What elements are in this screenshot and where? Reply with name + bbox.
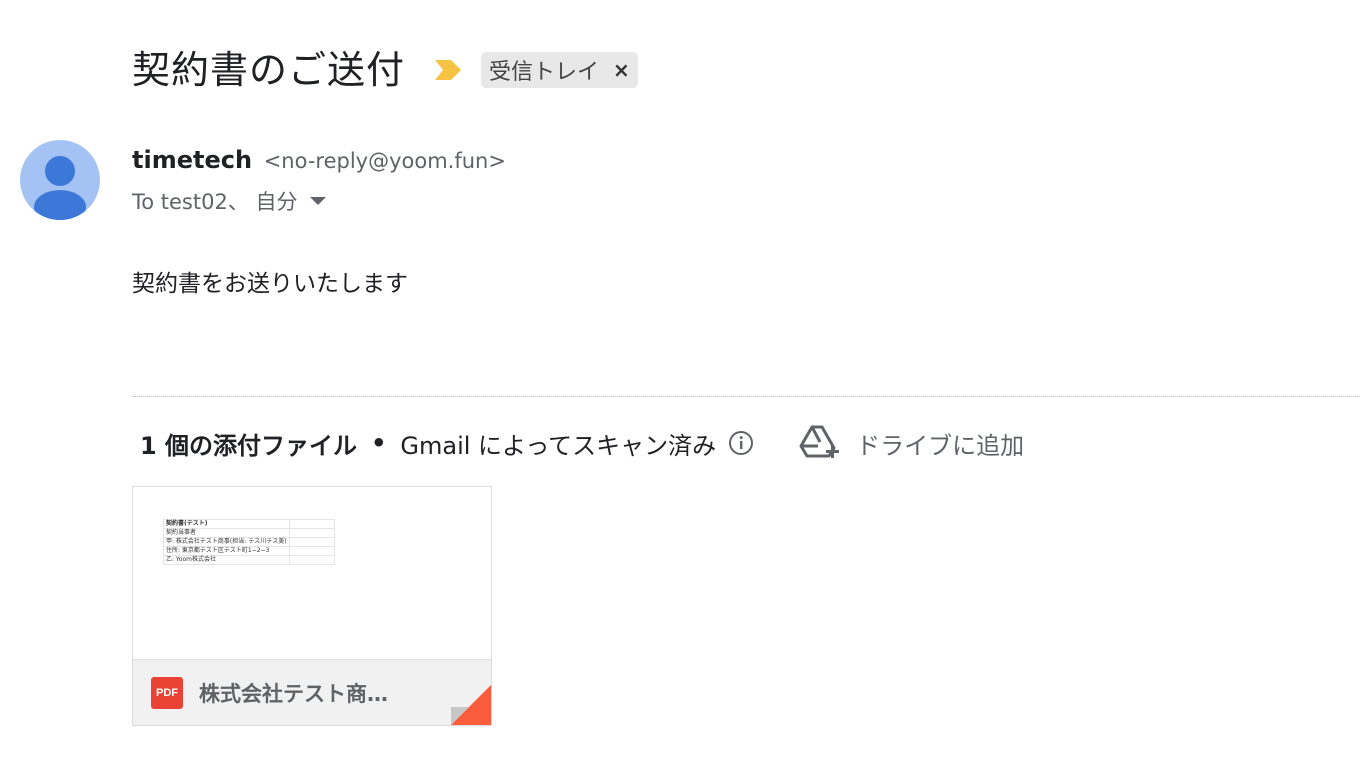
avatar-person-icon	[34, 156, 86, 220]
preview-cell	[288, 519, 335, 529]
preview-cell	[288, 555, 335, 565]
add-to-drive-button[interactable]: ドライブに追加	[798, 424, 1024, 462]
table-row: 乙: Yoom株式会社	[163, 555, 335, 565]
preview-cell	[288, 546, 335, 556]
preview-cell: 甲: 株式会社テスト商事(担当: テス川テス美)	[163, 537, 290, 547]
table-row: 住所: 東京都テスト区テスト町1−2−3	[163, 546, 335, 556]
attachments-header: 1 個の添付ファイル • Gmail によってスキャン済み ドライブに追加	[140, 424, 1024, 462]
drive-add-icon	[799, 425, 840, 458]
add-to-drive-label: ドライブに追加	[856, 431, 1025, 460]
table-row: 契約書(テスト)	[163, 519, 335, 529]
sender-email: <no-reply@yoom.fun>	[263, 149, 506, 173]
preview-cell: 契約当事者	[163, 528, 290, 538]
subject-row: 契約書のご送付 受信トレイ ×	[132, 42, 638, 98]
show-details-dropdown-caret-icon[interactable]	[309, 197, 326, 205]
table-row: 契約当事者	[163, 528, 335, 538]
table-row: 甲: 株式会社テスト商事(担当: テス川テス美)	[163, 537, 335, 547]
page-fold-corner-icon	[451, 685, 491, 725]
attachment-card[interactable]: 契約書(テスト) 契約当事者 甲: 株式会社テスト商事(担当: テス川テス美) …	[132, 486, 492, 726]
separator-dot: •	[371, 429, 387, 457]
email-body: 契約書をお送りいたします	[132, 271, 408, 297]
preview-cell: 住所: 東京都テスト区テスト町1−2−3	[163, 546, 290, 556]
attachment-file-name: 株式会社テスト商…	[199, 682, 388, 706]
sender-avatar[interactable]	[20, 140, 100, 220]
recipients-line: To test02、 自分	[132, 186, 326, 216]
label-chip-text: 受信トレイ	[489, 60, 600, 85]
recipients-text: To test02、 自分	[132, 190, 298, 214]
preview-cell: 契約書(テスト)	[163, 519, 290, 529]
email-subject: 契約書のご送付	[132, 48, 406, 92]
pdf-icon: PDF	[151, 677, 183, 709]
importance-marker-icon[interactable]	[435, 60, 462, 80]
attachment-count: 1 個の添付ファイル	[140, 431, 358, 460]
attachments-divider	[132, 396, 1360, 397]
preview-cell	[288, 528, 335, 538]
attachment-preview: 契約書(テスト) 契約当事者 甲: 株式会社テスト商事(担当: テス川テス美) …	[133, 487, 491, 659]
label-chip-inbox: 受信トレイ ×	[481, 52, 638, 88]
sender-name[interactable]: timetech	[132, 146, 252, 174]
label-remove-close-icon[interactable]: ×	[613, 58, 630, 82]
preview-document-table: 契約書(テスト) 契約当事者 甲: 株式会社テスト商事(担当: テス川テス美) …	[163, 519, 335, 565]
sender-info: timetech <no-reply@yoom.fun>	[132, 144, 506, 177]
info-icon[interactable]	[728, 430, 754, 456]
preview-cell: 乙: Yoom株式会社	[163, 555, 290, 565]
preview-cell	[288, 537, 335, 547]
scan-status: Gmail によってスキャン済み	[400, 431, 717, 460]
